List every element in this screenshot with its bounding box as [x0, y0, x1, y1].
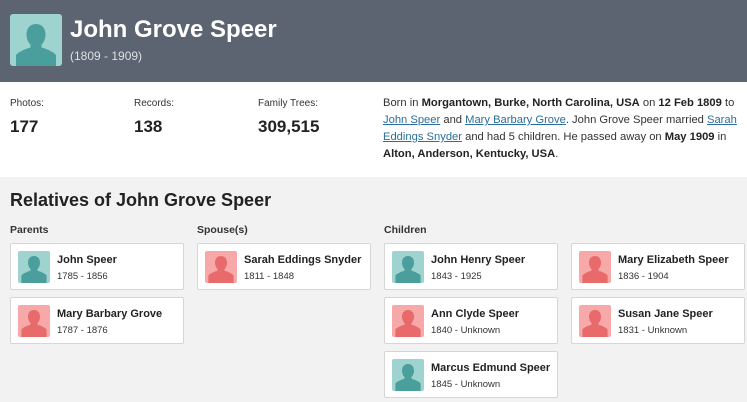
relative-name: John Speer	[57, 254, 117, 266]
relative-name: Mary Elizabeth Speer	[618, 254, 729, 266]
death-place: Alton, Anderson, Kentucky, USA	[383, 148, 556, 160]
death-date: May 1909	[664, 131, 715, 143]
relatives-heading: Relatives of John Grove Speer	[10, 190, 272, 210]
bio-text: . John Grove Speer married	[565, 114, 707, 126]
records-count: 138	[134, 117, 163, 136]
female-avatar-icon	[579, 305, 611, 337]
bio-text: and	[440, 114, 466, 126]
person-silhouette-icon	[16, 24, 56, 66]
mother-link[interactable]: Mary Barbary Grove	[465, 114, 566, 126]
male-avatar-icon	[18, 251, 50, 283]
family-trees-label: Family Trees:	[258, 98, 319, 109]
biography-text: Born in Morgantown, Burke, North Carolin…	[383, 95, 738, 163]
male-avatar-icon	[392, 359, 424, 391]
relative-name: Ann Clyde Speer	[431, 308, 520, 320]
relative-years: 1836 - 1904	[618, 271, 669, 282]
relative-name: Susan Jane Speer	[618, 308, 713, 320]
relatives-section: Relatives of John Grove Speer Parents Sp…	[0, 177, 747, 402]
records-label: Records:	[134, 98, 175, 109]
relative-years: 1811 - 1848	[244, 271, 295, 282]
photos-count: 177	[10, 117, 39, 136]
relative-years: 1840 - Unknown	[431, 325, 501, 336]
female-avatar-icon	[392, 305, 424, 337]
bio-text: and had 5 children. He passed away on	[462, 131, 665, 143]
family-trees-stat[interactable]: Family Trees: 309,515	[258, 98, 319, 137]
bio-text: in	[714, 131, 727, 143]
female-avatar-icon	[18, 305, 50, 337]
photos-stat[interactable]: Photos: 177	[10, 98, 44, 137]
relative-name: Sarah Eddings Snyder	[244, 254, 362, 266]
spouses-heading: Spouse(s)	[197, 224, 248, 236]
bio-text: on	[639, 97, 659, 109]
bio-text: .	[555, 148, 559, 160]
relative-name: Mary Barbary Grove	[57, 308, 163, 320]
relative-years: 1785 - 1856	[57, 271, 108, 282]
relative-card-child[interactable]: Marcus Edmund Speer 1845 - Unknown	[384, 351, 558, 398]
bio-text: to	[721, 97, 735, 109]
relative-card-child[interactable]: John Henry Speer 1843 - 1925	[384, 243, 558, 290]
profile-avatar	[10, 14, 62, 66]
relative-name: Marcus Edmund Speer	[431, 362, 551, 374]
relative-years: 1843 - 1925	[431, 271, 482, 282]
records-stat[interactable]: Records: 138	[134, 98, 174, 137]
relative-card-child[interactable]: Susan Jane Speer 1831 - Unknown	[571, 297, 745, 344]
lifespan: (1809 - 1909)	[70, 49, 143, 63]
relative-years: 1845 - Unknown	[431, 379, 501, 390]
relative-card-child[interactable]: Ann Clyde Speer 1840 - Unknown	[384, 297, 558, 344]
relative-card-spouse[interactable]: Sarah Eddings Snyder 1811 - 1848	[197, 243, 371, 290]
birth-date: 12 Feb 1809	[658, 97, 722, 109]
children-heading: Children	[384, 224, 427, 236]
relative-card-parent[interactable]: Mary Barbary Grove 1787 - 1876	[10, 297, 184, 344]
profile-header: John Grove Speer (1809 - 1909)	[0, 0, 747, 82]
summary-section: Photos: 177 Records: 138 Family Trees: 3…	[0, 82, 747, 177]
birth-place: Morgantown, Burke, North Carolina, USA	[421, 97, 640, 109]
bio-text: Born in	[383, 97, 422, 109]
relative-card-child[interactable]: Mary Elizabeth Speer 1836 - 1904	[571, 243, 745, 290]
female-avatar-icon	[579, 251, 611, 283]
parents-heading: Parents	[10, 224, 49, 236]
family-trees-count: 309,515	[258, 117, 320, 136]
female-avatar-icon	[205, 251, 237, 283]
father-link[interactable]: John Speer	[383, 114, 440, 126]
male-avatar-icon	[392, 251, 424, 283]
relative-name: John Henry Speer	[431, 254, 526, 266]
page-title: John Grove Speer	[70, 16, 277, 43]
photos-label: Photos:	[10, 98, 44, 109]
relative-years: 1787 - 1876	[57, 325, 108, 336]
relative-years: 1831 - Unknown	[618, 325, 688, 336]
relative-card-parent[interactable]: John Speer 1785 - 1856	[10, 243, 184, 290]
